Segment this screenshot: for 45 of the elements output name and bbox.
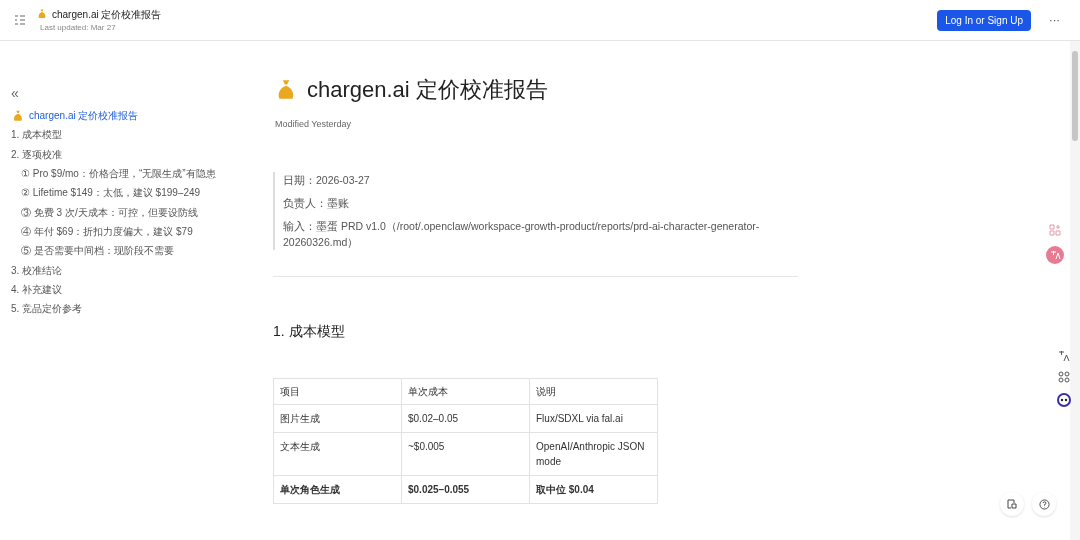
document-icon[interactable] (1000, 492, 1024, 516)
modified-label: Modified Yesterday (275, 118, 353, 131)
table-cell: $0.02–0.05 (401, 404, 530, 432)
table-cell: 图片生成 (273, 404, 402, 432)
toc-item[interactable]: 3. 校准结论 (11, 262, 63, 278)
table-cell: 单次角色生成 (273, 475, 402, 503)
section-heading: 1. 成本模型 (273, 321, 346, 341)
toc-item[interactable]: ③ 免费 3 次/天成本：可控，但要设防线 (21, 204, 198, 220)
toc-item[interactable]: 4. 补充建议 (11, 281, 63, 297)
meta-line: 负责人：墨账 (283, 195, 350, 211)
translate-badge-icon[interactable] (1046, 246, 1064, 264)
table-cell: $0.025–0.055 (401, 475, 530, 503)
page-title: chargen.ai 定价校准报告 (52, 7, 162, 22)
toc-item[interactable]: 1. 成本模型 (11, 127, 63, 143)
toc-item[interactable]: 5. 竞品定价参考 (11, 301, 83, 317)
last-updated: Last updated: Mar 27 (40, 21, 117, 34)
meta-line: 输入：墨蛋 PRD v1.0（/root/.openclaw/workspace-growth-product/reports/prd-ai-character-generator-20260326.md） (283, 218, 761, 250)
more-button[interactable]: ··· (1049, 11, 1060, 29)
document-title: chargen.ai 定价校准报告 (307, 76, 548, 104)
table-cell: Flux/SDXL via fal.ai (529, 404, 658, 432)
table-header: 说明 (529, 378, 658, 404)
help-icon[interactable] (1032, 492, 1056, 516)
scrollbar-thumb[interactable] (1072, 51, 1078, 141)
table-cell: 取中位 $0.04 (529, 475, 658, 503)
apps-icon[interactable] (1058, 371, 1070, 383)
toc-item[interactable]: ② Lifetime $149：太低，建议 $199–249 (21, 185, 201, 201)
table-cell: 文本生成 (273, 432, 402, 475)
meta-line: 日期：2026-03-27 (283, 172, 371, 188)
table-cell: ~$0.005 (401, 432, 530, 475)
money-bag-icon (11, 108, 25, 123)
translate-icon[interactable] (1058, 350, 1070, 362)
toc-item[interactable]: ④ 年付 $69：折扣力度偏大，建议 $79 (21, 223, 193, 239)
assistant-icon[interactable] (1056, 392, 1072, 408)
toc-item[interactable]: chargen.ai 定价校准报告 (29, 108, 139, 124)
toc-item[interactable]: ⑤ 是否需要中间档：现阶段不需要 (21, 243, 174, 259)
grid-icon[interactable] (1049, 224, 1061, 236)
login-button[interactable]: Log In or Sign Up (937, 9, 1031, 31)
table-cell: OpenAI/Anthropic JSON mode (529, 432, 658, 475)
table-header: 项目 (273, 378, 402, 404)
toc-item[interactable]: ① Pro $9/mo：价格合理，“无限生成”有隐患 (21, 166, 216, 182)
money-bag-icon (36, 8, 48, 20)
table-header: 单次成本 (401, 378, 530, 404)
collapse-button[interactable]: « (11, 86, 19, 100)
toc-item[interactable]: 2. 逐项校准 (11, 146, 63, 162)
outline-toggle-icon[interactable] (14, 15, 26, 25)
